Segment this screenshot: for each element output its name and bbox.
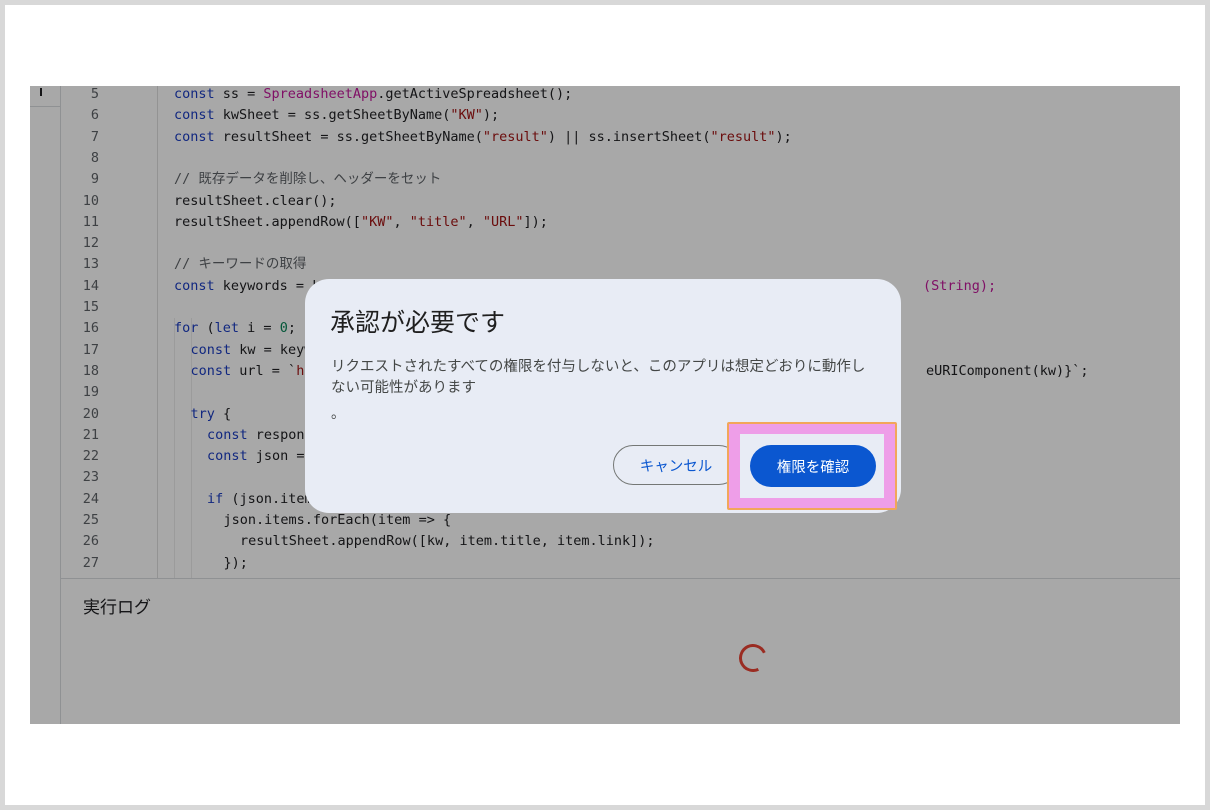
dialog-message: リクエストされたすべての権限を付与しないと、このアプリは想定どおりに動作しない可… <box>331 359 866 396</box>
dialog-message-tail: 。 <box>331 406 345 422</box>
cancel-button[interactable]: キャンセル <box>613 445 739 485</box>
dialog-title: 承認が必要です <box>330 308 506 337</box>
review-permissions-button[interactable]: 権限を確認 <box>750 445 876 487</box>
